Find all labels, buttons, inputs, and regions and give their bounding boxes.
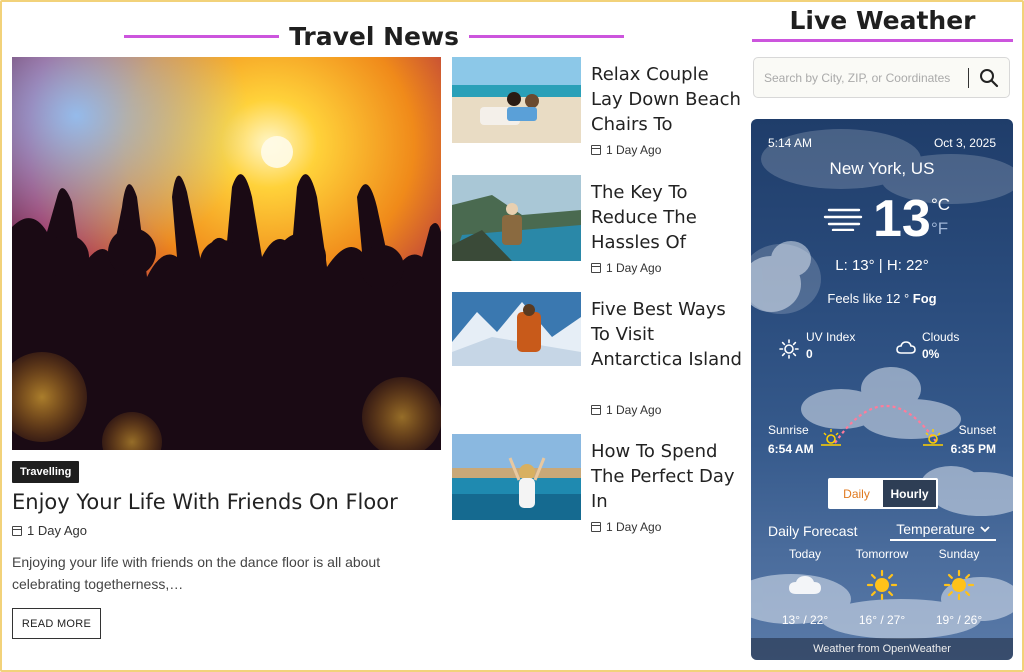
calendar-icon (591, 405, 601, 415)
sunset-time: 6:35 PM (950, 442, 996, 456)
header-underline (752, 39, 1013, 42)
hero-date: 1 Day Ago (27, 523, 87, 538)
live-weather-title: Live Weather (789, 6, 976, 35)
sun-icon (842, 565, 922, 605)
unit-celsius-toggle[interactable]: °C (931, 195, 950, 215)
uv-index-icon (779, 339, 799, 364)
hero-article-title[interactable]: Enjoy Your Life With Friends On Floor (12, 490, 452, 514)
weather-date: Oct 3, 2025 (933, 136, 996, 150)
calendar-icon (12, 525, 22, 536)
chevron-down-icon (980, 526, 990, 533)
article-thumbnail[interactable] (452, 292, 581, 366)
article-thumbnail[interactable] (452, 175, 581, 261)
weather-time: 5:14 AM (768, 136, 813, 150)
article-date-meta: 1 Day Ago (591, 403, 661, 417)
sun-icon (919, 565, 999, 605)
travel-news-header: Travel News (124, 18, 625, 54)
feels-like: Feels like 12 ° Fog (751, 291, 1013, 306)
sunrise-time: 6:54 AM (768, 442, 814, 456)
forecast-day-name: Tomorrow (855, 547, 909, 561)
hero-excerpt: Enjoying your life with friends on the d… (12, 554, 381, 592)
calendar-icon (591, 263, 601, 273)
sunrise-label: Sunrise (768, 423, 809, 437)
article-date-meta: 1 Day Ago (591, 143, 661, 157)
forecast-day-name: Today (788, 547, 822, 561)
read-more-button[interactable]: READ MORE (12, 608, 101, 639)
forecast-temp: 16° / 27° (858, 613, 906, 627)
unit-fahrenheit-toggle[interactable]: °F (931, 219, 948, 239)
forecast-day: Sunday 19° / 26° (919, 547, 999, 627)
hero-image[interactable] (12, 57, 441, 450)
travel-news-title: Travel News (289, 21, 459, 51)
forecast-temp: 13° / 22° (781, 613, 829, 627)
article-title[interactable]: The Key To Reduce The Hassles Of (591, 180, 743, 255)
forecast-temp: 19° / 26° (935, 613, 983, 627)
article-thumbnail[interactable] (452, 57, 581, 143)
article-date-meta: 1 Day Ago (591, 261, 661, 275)
forecast-day-name: Sunday (938, 547, 980, 561)
calendar-icon (591, 145, 601, 155)
category-badge[interactable]: Travelling (12, 461, 80, 483)
article-date: 1 Day Ago (606, 403, 662, 417)
daily-forecast-title: Daily Forecast (768, 523, 858, 539)
daily-toggle-button[interactable]: Daily (830, 480, 883, 507)
clouds-value: 0% (922, 347, 940, 361)
low-high-temps: L: 13° | H: 22° (835, 257, 929, 274)
forecast-day: Tomorrow 16° / 27° (842, 547, 922, 627)
article-date-meta: 1 Day Ago (591, 520, 661, 534)
header-rule-right (468, 34, 625, 38)
uv-index-label: UV Index (806, 330, 856, 344)
sunset-icon (923, 429, 943, 446)
forecast-mode-toggle: Daily Hourly (828, 478, 938, 509)
article-title[interactable]: Five Best Ways To Visit Antarctica Islan… (591, 297, 743, 372)
forecast-metric-value: Temperature (896, 521, 975, 537)
search-button[interactable] (969, 58, 1009, 97)
calendar-icon (591, 522, 601, 532)
uv-index-value: 0 (806, 347, 813, 361)
weather-condition: Fog (912, 291, 937, 306)
live-weather-header: Live Weather (752, 6, 1013, 42)
forecast-metric-select[interactable]: Temperature (890, 519, 996, 541)
weather-card: 5:14 AM Oct 3, 2025 New York, US 13 °C °… (751, 119, 1013, 660)
current-temperature: 13 (873, 190, 931, 248)
article-card[interactable]: Five Best Ways To Visit Antarctica Islan… (452, 292, 743, 417)
feels-like-text: Feels like 12 ° (827, 291, 910, 306)
article-title[interactable]: Relax Couple Lay Down Beach Chairs To (591, 62, 743, 137)
article-card[interactable]: Relax Couple Lay Down Beach Chairs To 1 … (452, 57, 742, 177)
clouds-label: Clouds (922, 330, 960, 344)
sun-arc (821, 405, 943, 446)
forecast-day: Today 13° / 22° (765, 547, 845, 627)
hourly-toggle-button[interactable]: Hourly (883, 480, 936, 507)
article-date: 1 Day Ago (606, 143, 662, 157)
sunset-label: Sunset (958, 423, 996, 437)
article-card[interactable]: How To Spend The Perfect Day In 1 Day Ag… (452, 434, 742, 554)
cloud-icon (765, 565, 845, 605)
weather-search-input[interactable] (754, 70, 968, 85)
article-date: 1 Day Ago (606, 261, 662, 275)
article-card[interactable]: The Key To Reduce The Hassles Of 1 Day A… (452, 175, 742, 295)
clouds-icon (896, 339, 916, 362)
weather-city: New York, US (829, 159, 935, 178)
fog-icon (823, 207, 863, 236)
article-date: 1 Day Ago (606, 520, 662, 534)
article-title[interactable]: How To Spend The Perfect Day In (591, 439, 743, 514)
search-icon (980, 68, 999, 87)
hero-date-meta: 1 Day Ago (12, 523, 87, 538)
weather-attribution[interactable]: Weather from OpenWeather (751, 638, 1013, 660)
header-rule-left (124, 34, 280, 38)
article-thumbnail[interactable] (452, 434, 581, 520)
weather-search-box (753, 57, 1010, 98)
